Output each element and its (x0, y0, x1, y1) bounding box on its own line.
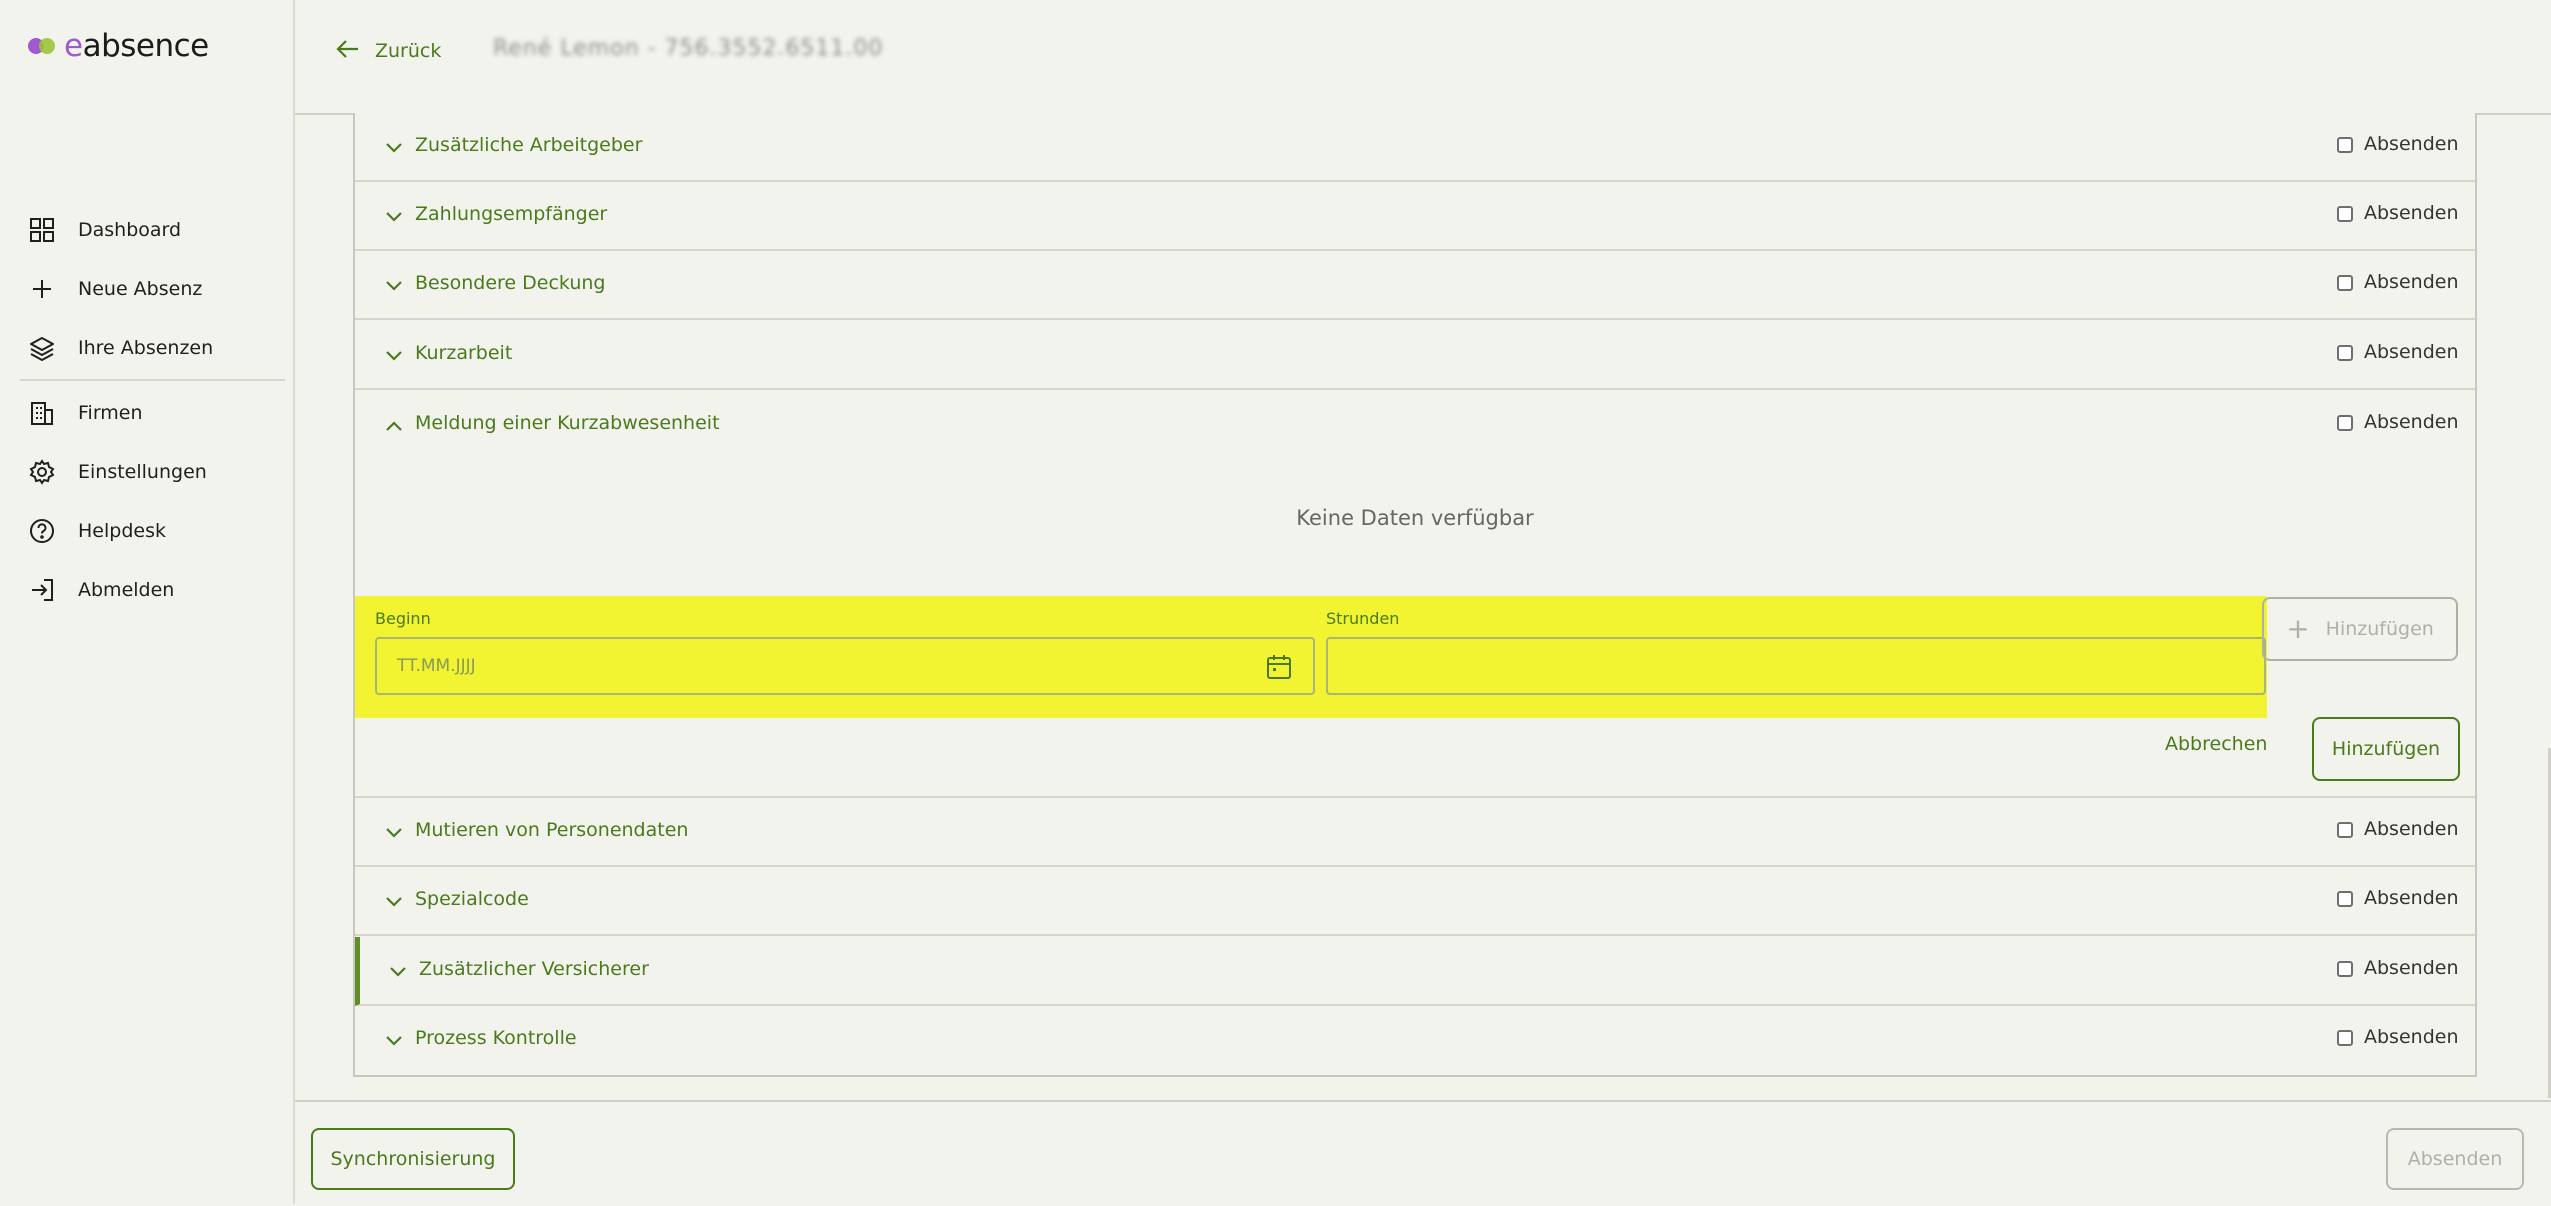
sidebar-item-firmen[interactable]: Firmen (20, 383, 285, 442)
sidebar-item-label: Firmen (78, 401, 143, 424)
gear-icon (28, 458, 56, 486)
send-checkbox[interactable] (2337, 275, 2353, 291)
chevron-down-icon (383, 206, 405, 228)
footer-bar: Synchronisierung Absenden (295, 1100, 2551, 1206)
section-title: Zusätzlicher Versicherer (419, 958, 649, 980)
add-button[interactable]: Hinzufügen (2312, 717, 2460, 781)
section-row[interactable]: Kurzarbeit Absenden (355, 321, 2475, 390)
begin-placeholder: TT.MM.JJJJ (397, 656, 476, 676)
send-checkbox[interactable] (2337, 891, 2353, 907)
arrow-left-icon (335, 36, 361, 66)
back-button[interactable]: Zurück (335, 36, 441, 66)
send-checkbox[interactable] (2337, 206, 2353, 222)
sections-card: Zusätzliche Arbeitgeber Absenden Zahlung… (353, 113, 2477, 1077)
grid-icon (28, 216, 56, 244)
sidebar-item-neue-absenz[interactable]: Neue Absenz (20, 259, 285, 318)
send-checkbox-label: Absenden (2364, 202, 2459, 224)
app-logo[interactable]: eabsence (28, 26, 209, 66)
plus-icon (28, 275, 56, 303)
chevron-down-icon (383, 822, 405, 844)
nav-divider (20, 379, 285, 381)
plus-icon: + (2286, 612, 2310, 645)
sidebar-item-einstellungen[interactable]: Einstellungen (20, 442, 285, 501)
chevron-down-icon (383, 275, 405, 297)
add-inline-label: Hinzufügen (2325, 618, 2434, 640)
sidebar-item-label: Ihre Absenzen (78, 336, 214, 359)
sidebar-item-label: Helpdesk (78, 519, 166, 542)
chevron-down-icon (383, 137, 405, 159)
send-checkbox[interactable] (2337, 415, 2353, 431)
person-name-blurred: René Lemon - 756.3552.6511.00 (493, 36, 884, 61)
section-title: Meldung einer Kurzabwesenheit (415, 412, 720, 434)
sidebar-item-dashboard[interactable]: Dashboard (20, 200, 285, 259)
add-inline-button[interactable]: + Hinzufügen (2262, 597, 2458, 661)
hours-label: Strunden (1326, 609, 1400, 628)
sidebar-item-label: Einstellungen (78, 460, 207, 483)
calendar-icon[interactable] (1265, 653, 1293, 681)
hours-input[interactable] (1326, 637, 2266, 695)
topbar: Zurück René Lemon - 756.3552.6511.00 (295, 0, 2551, 115)
building-icon (28, 399, 56, 427)
logo-mark-icon (28, 36, 58, 56)
send-checkbox-label: Absenden (2364, 341, 2459, 363)
help-circle-icon (28, 517, 56, 545)
send-checkbox-label: Absenden (2364, 887, 2459, 909)
section-row[interactable]: Spezialcode Absenden (355, 867, 2475, 936)
send-checkbox-label: Absenden (2364, 957, 2459, 979)
section-title: Prozess Kontrolle (415, 1027, 577, 1049)
sidebar-item-helpdesk[interactable]: Helpdesk (20, 501, 285, 560)
sidebar-item-abmelden[interactable]: Abmelden (20, 560, 285, 619)
begin-label: Beginn (375, 609, 431, 628)
section-title: Besondere Deckung (415, 272, 606, 294)
logo-text: eabsence (64, 28, 209, 64)
layers-icon (28, 334, 56, 362)
sync-button[interactable]: Synchronisierung (311, 1128, 515, 1190)
form-highlight-area: Beginn TT.MM.JJJJ Strunden (355, 596, 2267, 718)
sidebar: eabsence Dashboard Neue Absenz Ihre Abse… (0, 0, 295, 1204)
chevron-up-icon (383, 415, 405, 437)
send-checkbox-label: Absenden (2364, 1026, 2459, 1048)
section-title: Zahlungsempfänger (415, 203, 608, 225)
empty-state-text: Keine Daten verfügbar (1296, 506, 1534, 530)
cancel-button[interactable]: Abbrechen (2165, 733, 2267, 755)
sidebar-item-label: Neue Absenz (78, 277, 203, 300)
send-checkbox-label: Absenden (2364, 133, 2459, 155)
send-checkbox[interactable] (2337, 345, 2353, 361)
sidebar-item-label: Abmelden (78, 578, 175, 601)
sidebar-item-label: Dashboard (78, 218, 182, 241)
section-title: Zusätzliche Arbeitgeber (415, 134, 643, 156)
logout-icon (28, 576, 56, 604)
sidebar-item-ihre-absenzen[interactable]: Ihre Absenzen (20, 318, 285, 377)
section-title: Mutieren von Personendaten (415, 819, 689, 841)
section-row[interactable]: Besondere Deckung Absenden (355, 251, 2475, 320)
section-title: Kurzarbeit (415, 342, 513, 364)
section-row-expanded[interactable]: Meldung einer Kurzabwesenheit Absenden (355, 391, 2475, 460)
send-checkbox-label: Absenden (2364, 818, 2459, 840)
section-title: Spezialcode (415, 888, 529, 910)
begin-date-input[interactable]: TT.MM.JJJJ (375, 637, 1315, 695)
chevron-down-icon (383, 891, 405, 913)
send-checkbox-label: Absenden (2364, 411, 2459, 433)
send-checkbox[interactable] (2337, 137, 2353, 153)
send-checkbox[interactable] (2337, 961, 2353, 977)
submit-button[interactable]: Absenden (2386, 1128, 2524, 1190)
back-label: Zurück (375, 40, 442, 62)
chevron-down-icon (383, 1030, 405, 1052)
section-row-active[interactable]: Zusätzlicher Versicherer Absenden (355, 937, 2475, 1006)
send-checkbox-label: Absenden (2364, 271, 2459, 293)
chevron-down-icon (383, 345, 405, 367)
section-row[interactable]: Mutieren von Personendaten Absenden (355, 798, 2475, 867)
sidebar-nav: Dashboard Neue Absenz Ihre Absenzen Firm… (20, 200, 285, 619)
send-checkbox[interactable] (2337, 822, 2353, 838)
section-row[interactable]: Zusätzliche Arbeitgeber Absenden (355, 113, 2475, 182)
section-row[interactable]: Zahlungsempfänger Absenden (355, 182, 2475, 251)
send-checkbox[interactable] (2337, 1030, 2353, 1046)
chevron-down-icon (387, 961, 409, 983)
section-row[interactable]: Prozess Kontrolle Absenden (355, 1006, 2475, 1075)
